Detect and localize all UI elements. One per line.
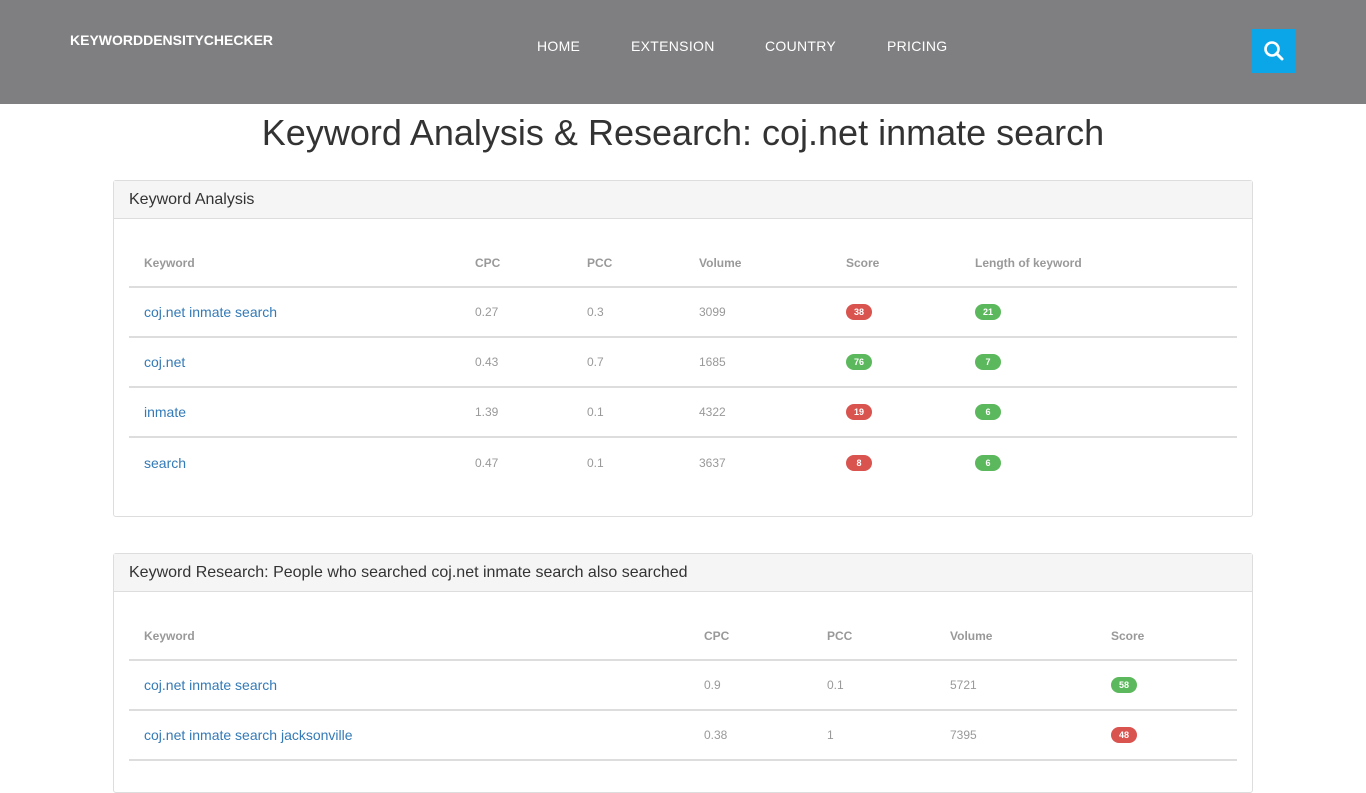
score-badge: 8 xyxy=(846,454,872,471)
col-keyword: Keyword xyxy=(129,607,689,661)
col-keyword: Keyword xyxy=(129,234,460,288)
keyword-link[interactable]: coj.net inmate search jacksonville xyxy=(144,727,353,743)
keyword-link[interactable]: inmate xyxy=(144,404,186,420)
keyword-link[interactable]: coj.net xyxy=(144,354,185,370)
cell-pcc: 0.3 xyxy=(572,287,684,338)
col-volume: Volume xyxy=(684,234,831,288)
cell-pcc: 1 xyxy=(812,710,935,761)
cell-volume: 1685 xyxy=(684,337,831,388)
length-badge: 6 xyxy=(975,404,1001,420)
cell-volume: 3099 xyxy=(684,287,831,338)
cell-volume: 3637 xyxy=(699,455,726,470)
main-nav: HOME EXTENSION COUNTRY PRICING xyxy=(0,38,1366,58)
table-row: coj.net inmate search jacksonville 0.38 1 7… xyxy=(129,710,1237,761)
keyword-link[interactable]: coj.net inmate search xyxy=(144,677,277,693)
score-badge: 38 xyxy=(846,304,873,320)
length-badge: 7 xyxy=(975,354,1001,370)
table-row: coj.net inmate search 0.27 0.3 3099 38 21 xyxy=(129,287,1237,338)
cell-cpc: 0.47 xyxy=(475,455,499,470)
cell-score: 8 xyxy=(831,437,960,487)
cell-score: 38 xyxy=(831,287,960,338)
cell-score: 48 xyxy=(1096,710,1237,761)
cell-keyword: search xyxy=(129,437,460,487)
table-row: coj.net 0.43 0.7 1685 76 7 xyxy=(129,337,1237,388)
search-icon xyxy=(1264,41,1284,61)
length-badge: 6 xyxy=(975,454,1001,471)
cell-cpc: 1.39 xyxy=(460,387,572,438)
col-length: Length of keyword xyxy=(960,234,1237,288)
keyword-research-panel: Keyword Research: People who searched co… xyxy=(113,553,1253,793)
cell-cpc: 0.43 xyxy=(460,337,572,388)
keyword-link[interactable]: search xyxy=(144,455,186,471)
nav-country[interactable]: COUNTRY xyxy=(765,38,836,54)
cell-length: 7 xyxy=(960,337,1237,388)
cell-cpc: 0.38 xyxy=(689,710,812,761)
table-row: inmate 1.39 0.1 4322 19 6 xyxy=(129,387,1237,438)
col-cpc: CPC xyxy=(689,607,812,661)
cell-volume: 7395 xyxy=(935,710,1096,761)
nav-home[interactable]: HOME xyxy=(537,38,580,54)
nav-pricing[interactable]: PRICING xyxy=(887,38,947,54)
cell-length: 21 xyxy=(960,287,1237,338)
cell-score: 76 xyxy=(831,337,960,388)
keyword-analysis-panel: Keyword Analysis Keyword CPC PCC Volume … xyxy=(113,180,1253,517)
keyword-analysis-table: Keyword CPC PCC Volume Score Length of k… xyxy=(129,234,1237,487)
cell-score: 58 xyxy=(1096,660,1237,711)
cell-pcc: 0.1 xyxy=(587,455,604,470)
cell-keyword: coj.net xyxy=(129,337,460,388)
panel-heading: Keyword Analysis xyxy=(114,181,1252,219)
col-volume: Volume xyxy=(935,607,1096,661)
nav-extension[interactable]: EXTENSION xyxy=(631,38,715,54)
col-score: Score xyxy=(1096,607,1237,661)
cell-pcc: 0.1 xyxy=(812,660,935,711)
navbar: KEYWORDDENSITYCHECKER HOME EXTENSION COU… xyxy=(0,0,1366,104)
panel-heading: Keyword Research: People who searched co… xyxy=(114,554,1252,592)
score-badge: 58 xyxy=(1111,677,1138,693)
col-score: Score xyxy=(831,234,960,288)
keyword-research-table: Keyword CPC PCC Volume Score coj.net inm… xyxy=(129,607,1237,761)
score-badge: 76 xyxy=(846,354,873,370)
search-button[interactable] xyxy=(1252,29,1296,73)
cell-score: 19 xyxy=(831,387,960,438)
score-badge: 19 xyxy=(846,404,873,420)
cell-keyword: coj.net inmate search xyxy=(129,660,689,711)
col-cpc: CPC xyxy=(460,234,572,288)
page-title: Keyword Analysis & Research: coj.net inm… xyxy=(261,112,1105,153)
table-row: coj.net inmate search 0.9 0.1 5721 58 xyxy=(129,660,1237,711)
cell-volume: 4322 xyxy=(684,387,831,438)
cell-length: 6 xyxy=(960,437,1237,487)
cell-pcc: 0.1 xyxy=(572,387,684,438)
col-pcc: PCC xyxy=(812,607,935,661)
keyword-link[interactable]: coj.net inmate search xyxy=(144,304,277,320)
table-row: search 0.47 0.1 3637 8 6 xyxy=(129,437,1237,487)
score-badge: 48 xyxy=(1111,727,1138,743)
cell-length: 6 xyxy=(960,387,1237,438)
cell-keyword: inmate xyxy=(129,387,460,438)
cell-keyword: coj.net inmate search jacksonville xyxy=(129,710,689,761)
col-pcc: PCC xyxy=(572,234,684,288)
cell-pcc: 0.7 xyxy=(572,337,684,388)
cell-keyword: coj.net inmate search xyxy=(129,287,460,338)
cell-volume: 5721 xyxy=(935,660,1096,711)
length-badge: 21 xyxy=(975,304,1002,320)
cell-cpc: 0.27 xyxy=(460,287,572,338)
cell-cpc: 0.9 xyxy=(689,660,812,711)
